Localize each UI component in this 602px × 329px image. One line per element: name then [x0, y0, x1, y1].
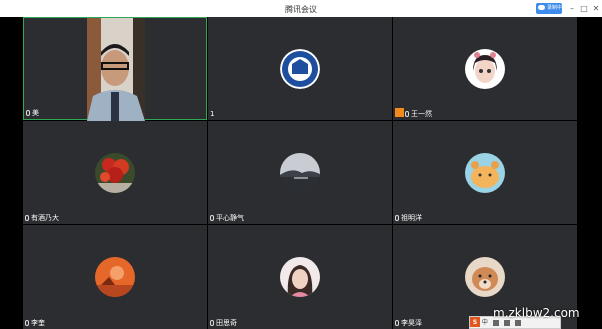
participant-name-label: 有酒乃大 — [25, 214, 59, 223]
participant-avatar — [465, 152, 505, 193]
participant-name: 美 — [32, 109, 39, 117]
participant-avatar — [280, 48, 320, 89]
sogou-ime-icon[interactable]: S — [470, 317, 480, 327]
close-button[interactable]: ✕ — [590, 3, 602, 14]
participant-name-label: 平心静气 — [210, 214, 244, 223]
mic-icon — [395, 215, 399, 221]
orange-sunset-icon — [95, 257, 135, 297]
participant-name-label: 1 — [210, 110, 214, 119]
participant-name: 平心静气 — [216, 214, 244, 222]
mic-icon — [405, 111, 409, 117]
participant-avatar — [465, 48, 505, 89]
participant-name: 王一然 — [411, 110, 432, 118]
dog-photo-icon — [465, 257, 505, 297]
window-title: 腾讯会议 — [285, 5, 317, 14]
participant-name-label: 王一然 — [395, 108, 432, 119]
participant-avatar — [465, 257, 505, 297]
participant-name-label: 李昊泽 — [395, 319, 422, 328]
participant-tile[interactable]: 1 — [208, 17, 392, 120]
mic-icon — [25, 215, 29, 221]
participant-name: 李昊泽 — [401, 319, 422, 327]
participant-video — [87, 18, 145, 121]
participant-tile[interactable]: 田思奇 — [208, 225, 392, 329]
participant-avatar — [280, 152, 320, 193]
ime-keyboard-icon[interactable] — [503, 319, 510, 326]
watermark-text: m.zklbw2.com — [493, 306, 580, 320]
mic-icon — [26, 110, 30, 116]
red-flowers-icon — [95, 152, 135, 193]
cloud-record-label: 录制中 — [547, 5, 563, 11]
participant-name-label: 李奎 — [25, 319, 45, 328]
cartoon-girl-icon — [465, 48, 505, 89]
participant-name: 李奎 — [31, 319, 45, 327]
participant-tile[interactable]: 祖明洋 — [393, 121, 577, 224]
participant-name: 祖明洋 — [401, 214, 422, 222]
participant-name: 有酒乃大 — [31, 214, 59, 222]
participant-avatar — [95, 257, 135, 297]
participant-avatar — [280, 257, 320, 297]
participant-tile[interactable]: 有酒乃大 — [23, 121, 207, 224]
cloud-icon — [538, 5, 545, 10]
host-icon — [395, 108, 404, 117]
participant-name: 田思奇 — [216, 319, 237, 327]
participant-tile[interactable]: 李奎 — [23, 225, 207, 329]
participant-avatar — [95, 152, 135, 193]
mic-icon — [210, 320, 214, 326]
participant-name-label: 祖明洋 — [395, 214, 422, 223]
participant-tile[interactable]: 美 — [23, 17, 207, 121]
participant-tile[interactable]: 王一然 — [393, 17, 577, 120]
mic-icon — [395, 320, 399, 326]
participant-tile[interactable]: 平心静气 — [208, 121, 392, 224]
ime-punctuation-icon[interactable] — [492, 319, 499, 326]
cloud-record-badge[interactable]: 录制中 — [536, 3, 562, 14]
girl-photo-icon — [280, 257, 320, 297]
maximize-button[interactable]: □ — [578, 3, 590, 14]
mic-icon — [25, 320, 29, 326]
minimize-button[interactable]: – — [566, 3, 578, 14]
lake-sunset-icon — [280, 152, 320, 193]
participant-name: 1 — [210, 110, 215, 118]
ime-settings-icon[interactable] — [514, 319, 521, 326]
cartoon-animal-icon — [465, 152, 505, 193]
mic-icon — [210, 215, 214, 221]
participant-name-label: 田思奇 — [210, 319, 237, 328]
ime-mode-label[interactable]: 中 — [482, 319, 488, 326]
title-bar: 腾讯会议 录制中 – □ ✕ — [0, 0, 602, 17]
school-logo-icon — [280, 48, 320, 89]
participant-name-label: 美 — [26, 109, 39, 118]
